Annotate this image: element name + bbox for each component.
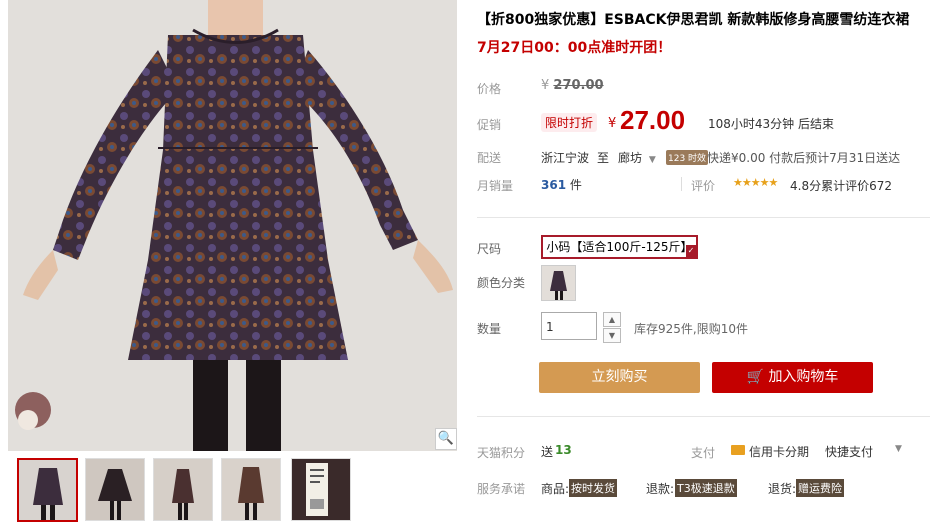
divider xyxy=(477,416,930,417)
quantity-input[interactable]: 1 xyxy=(541,312,597,340)
promo-price: 27.00 xyxy=(620,105,686,135)
color-option-thumbnail[interactable] xyxy=(541,265,576,301)
tmall-points-label: 天猫积分 xyxy=(477,446,526,460)
quantity-label: 数量 xyxy=(477,322,502,336)
original-price-currency: ¥ xyxy=(541,78,550,93)
thumbnail-1[interactable] xyxy=(17,458,78,522)
rating-stars-icon: ★★★★★ xyxy=(733,176,778,189)
fast-refund-badge: T3极速退款 xyxy=(675,479,737,497)
delivery-to-word: 至 xyxy=(597,151,610,165)
delivery-label: 配送 xyxy=(477,151,502,165)
dress-model-illustration xyxy=(8,0,457,451)
color-label: 颜色分类 xyxy=(477,276,526,290)
quantity-decrease-icon[interactable]: ▼ xyxy=(603,328,621,343)
promo-price-currency: ¥ xyxy=(608,116,617,131)
monthly-sales-count: 361 xyxy=(541,178,567,192)
cart-icon: 🛒 xyxy=(746,369,764,385)
thumbnail-4[interactable] xyxy=(221,458,281,521)
size-option-small[interactable]: 小码【适合100斤-125斤】 xyxy=(541,235,698,259)
price-label: 价格 xyxy=(477,82,502,96)
divider xyxy=(681,177,682,191)
service-goods-label: 商品: xyxy=(541,482,570,496)
delivery-destination-select[interactable]: 廊坊 ▼ xyxy=(618,149,656,166)
monthly-sales: 361 件 xyxy=(541,176,582,193)
product-subtitle: 7月27日00：00点准时开团！ xyxy=(477,40,672,56)
selected-check-icon: ✓ xyxy=(686,245,696,257)
original-price-value: 270.00 xyxy=(553,78,604,93)
thumbnail-2[interactable] xyxy=(85,458,145,521)
promo-label: 促销 xyxy=(477,118,502,132)
add-to-cart-button[interactable]: 🛒 加入购物车 xyxy=(712,362,873,393)
review-summary-link[interactable]: 4.8分累计评价672 xyxy=(790,177,892,194)
quantity-increase-icon[interactable]: ▲ xyxy=(603,312,621,327)
credit-card-icon xyxy=(731,445,745,455)
service-refund-label: 退款: xyxy=(646,482,675,496)
payment-label: 支付 xyxy=(691,446,716,460)
review-label: 评价 xyxy=(691,179,716,193)
zoom-icon[interactable]: 🔍 xyxy=(435,428,457,450)
original-price: ¥ 270.00 xyxy=(541,78,604,93)
points-amount: 13 xyxy=(555,443,572,457)
points-give-word: 送 xyxy=(541,445,554,459)
product-title: 【折800独家优惠】ESBACK伊思君凯 新款韩版修身高腰雪纺连衣裙 xyxy=(477,12,910,28)
quick-pay[interactable]: 快捷支付 xyxy=(825,443,873,460)
divider xyxy=(477,217,930,218)
delivery-info: 快递¥0.00 付款后预计7月31日送达 xyxy=(707,151,901,165)
chevron-down-icon[interactable]: ▼ xyxy=(895,444,902,454)
monthly-sales-unit: 件 xyxy=(569,178,582,192)
delivery-time-tag: 123 时效 xyxy=(666,150,709,165)
size-label: 尺码 xyxy=(477,242,502,256)
promo-countdown: 108小时43分钟 后结束 xyxy=(708,117,834,131)
chevron-down-icon: ▼ xyxy=(648,155,656,165)
service-label: 服务承诺 xyxy=(477,482,526,496)
credit-card-installment[interactable]: 信用卡分期 xyxy=(749,443,809,460)
stock-info: 库存925件,限购10件 xyxy=(634,322,748,336)
add-to-cart-label: 加入购物车 xyxy=(768,369,839,385)
monthly-sales-label: 月销量 xyxy=(477,179,514,193)
main-product-image[interactable] xyxy=(8,0,457,451)
delivery-from: 浙江宁波 xyxy=(541,151,590,165)
delivery-destination: 廊坊 xyxy=(618,151,643,165)
thumbnail-5[interactable] xyxy=(291,458,351,521)
buy-now-button[interactable]: 立刻购买 xyxy=(539,362,700,393)
thumbnail-3[interactable] xyxy=(153,458,213,521)
return-insurance-badge: 赠运费险 xyxy=(796,479,844,497)
limited-discount-badge: 限时打折 xyxy=(541,113,598,132)
on-time-shipping-badge: 按时发货 xyxy=(569,479,617,497)
service-return-label: 退货: xyxy=(768,482,797,496)
